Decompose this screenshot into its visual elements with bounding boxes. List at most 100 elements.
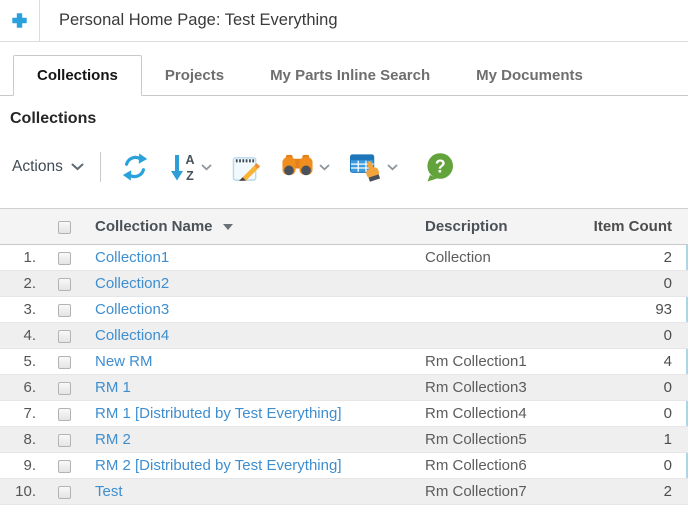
collection-link[interactable]: New RM [95, 353, 153, 370]
row-select-cell [45, 479, 83, 505]
collection-name-cell: Collection1 [83, 245, 425, 271]
description-cell: Rm Collection7 [425, 479, 585, 505]
actions-label: Actions [12, 158, 63, 176]
tab-my-documents[interactable]: My Documents [453, 56, 606, 95]
collection-link[interactable]: Collection2 [95, 275, 169, 292]
edit-note-icon [231, 152, 262, 183]
collection-name-cell: RM 2 [83, 427, 425, 453]
tab-collections[interactable]: Collections [13, 55, 142, 96]
row-number: 2. [0, 271, 45, 297]
collection-link[interactable]: RM 2 [Distributed by Test Everything] [95, 457, 342, 474]
help-icon: ? [425, 152, 455, 182]
table-row: 7. RM 1 [Distributed by Test Everything]… [0, 401, 688, 427]
item-count-cell: 93 [585, 297, 688, 323]
row-checkbox[interactable] [58, 382, 71, 395]
table-display-button[interactable] [347, 150, 400, 184]
find-button[interactable] [279, 151, 332, 183]
table-row: 3. Collection3 93 [0, 297, 688, 323]
description-cell [425, 323, 585, 349]
tab-my-parts-inline-search[interactable]: My Parts Inline Search [247, 56, 453, 95]
row-select-cell [45, 375, 83, 401]
collection-link[interactable]: Collection4 [95, 327, 169, 344]
tab-projects[interactable]: Projects [142, 56, 247, 95]
collection-name-cell: Collection3 [83, 297, 425, 323]
row-number: 6. [0, 375, 45, 401]
row-checkbox[interactable] [58, 278, 71, 291]
column-header-collection-name[interactable]: Collection Name [83, 209, 425, 245]
item-count-cell: 4 [585, 349, 688, 375]
row-select-cell [45, 401, 83, 427]
row-checkbox[interactable] [58, 408, 71, 421]
row-checkbox[interactable] [58, 330, 71, 343]
description-cell: Rm Collection3 [425, 375, 585, 401]
select-all-checkbox[interactable] [58, 221, 71, 234]
toolbar: Actions A Z [10, 146, 688, 188]
row-checkbox[interactable] [58, 356, 71, 369]
table-row: 5. New RM Rm Collection1 4 [0, 349, 688, 375]
collection-link[interactable]: RM 2 [95, 431, 131, 448]
row-number: 9. [0, 453, 45, 479]
collection-name-cell: New RM [83, 349, 425, 375]
section-heading: Collections [10, 110, 688, 128]
row-number-header [0, 209, 45, 245]
row-number: 4. [0, 323, 45, 349]
topbar-divider [39, 0, 40, 41]
column-header-description[interactable]: Description [425, 209, 585, 245]
row-checkbox[interactable] [58, 252, 71, 265]
description-cell: Collection [425, 245, 585, 271]
chevron-down-icon [71, 163, 84, 171]
row-select-cell [45, 427, 83, 453]
refresh-button[interactable] [118, 150, 152, 184]
svg-text:Z: Z [186, 169, 194, 182]
row-checkbox[interactable] [58, 304, 71, 317]
collection-link[interactable]: Test [95, 483, 123, 500]
collection-name-cell: RM 1 [Distributed by Test Everything] [83, 401, 425, 427]
tab-bar: CollectionsProjectsMy Parts Inline Searc… [0, 55, 688, 96]
description-cell: Rm Collection1 [425, 349, 585, 375]
description-cell: Rm Collection5 [425, 427, 585, 453]
row-select-cell [45, 323, 83, 349]
chevron-down-icon [387, 164, 398, 171]
row-select-cell [45, 349, 83, 375]
refresh-icon [120, 152, 150, 182]
collection-link[interactable]: RM 1 [95, 379, 131, 396]
collection-name-cell: Test [83, 479, 425, 505]
row-checkbox[interactable] [58, 460, 71, 473]
table-row: 2. Collection2 0 [0, 271, 688, 297]
sort-button[interactable]: A Z [167, 150, 214, 184]
chevron-down-icon [201, 164, 212, 171]
collection-link[interactable]: Collection3 [95, 301, 169, 318]
page-title: Personal Home Page: Test Everything [59, 11, 338, 30]
sort-az-icon: A Z [169, 152, 196, 182]
row-number: 7. [0, 401, 45, 427]
add-button[interactable] [0, 0, 39, 41]
collection-link[interactable]: Collection1 [95, 249, 169, 266]
item-count-cell: 0 [585, 453, 688, 479]
row-checkbox[interactable] [58, 434, 71, 447]
row-number: 5. [0, 349, 45, 375]
item-count-cell: 2 [585, 245, 688, 271]
help-button[interactable]: ? [423, 150, 457, 184]
row-number: 1. [0, 245, 45, 271]
collection-name-cell: RM 1 [83, 375, 425, 401]
column-header-item-count[interactable]: Item Count [585, 209, 688, 245]
table-row: 9. RM 2 [Distributed by Test Everything]… [0, 453, 688, 479]
item-count-cell: 0 [585, 271, 688, 297]
description-cell: Rm Collection4 [425, 401, 585, 427]
collection-name-cell: RM 2 [Distributed by Test Everything] [83, 453, 425, 479]
row-checkbox[interactable] [58, 486, 71, 499]
row-number: 10. [0, 479, 45, 505]
topbar: Personal Home Page: Test Everything [0, 0, 688, 42]
table-row: 10. Test Rm Collection7 2 [0, 479, 688, 505]
edit-button[interactable] [229, 150, 264, 185]
row-number: 8. [0, 427, 45, 453]
select-all-header [45, 209, 83, 245]
actions-menu-button[interactable]: Actions [10, 158, 86, 176]
table-hand-icon [349, 152, 382, 182]
svg-text:?: ? [435, 157, 446, 177]
chevron-down-icon [319, 164, 330, 171]
toolbar-divider [100, 152, 101, 182]
collection-link[interactable]: RM 1 [Distributed by Test Everything] [95, 405, 342, 422]
row-select-cell [45, 453, 83, 479]
row-select-cell [45, 245, 83, 271]
